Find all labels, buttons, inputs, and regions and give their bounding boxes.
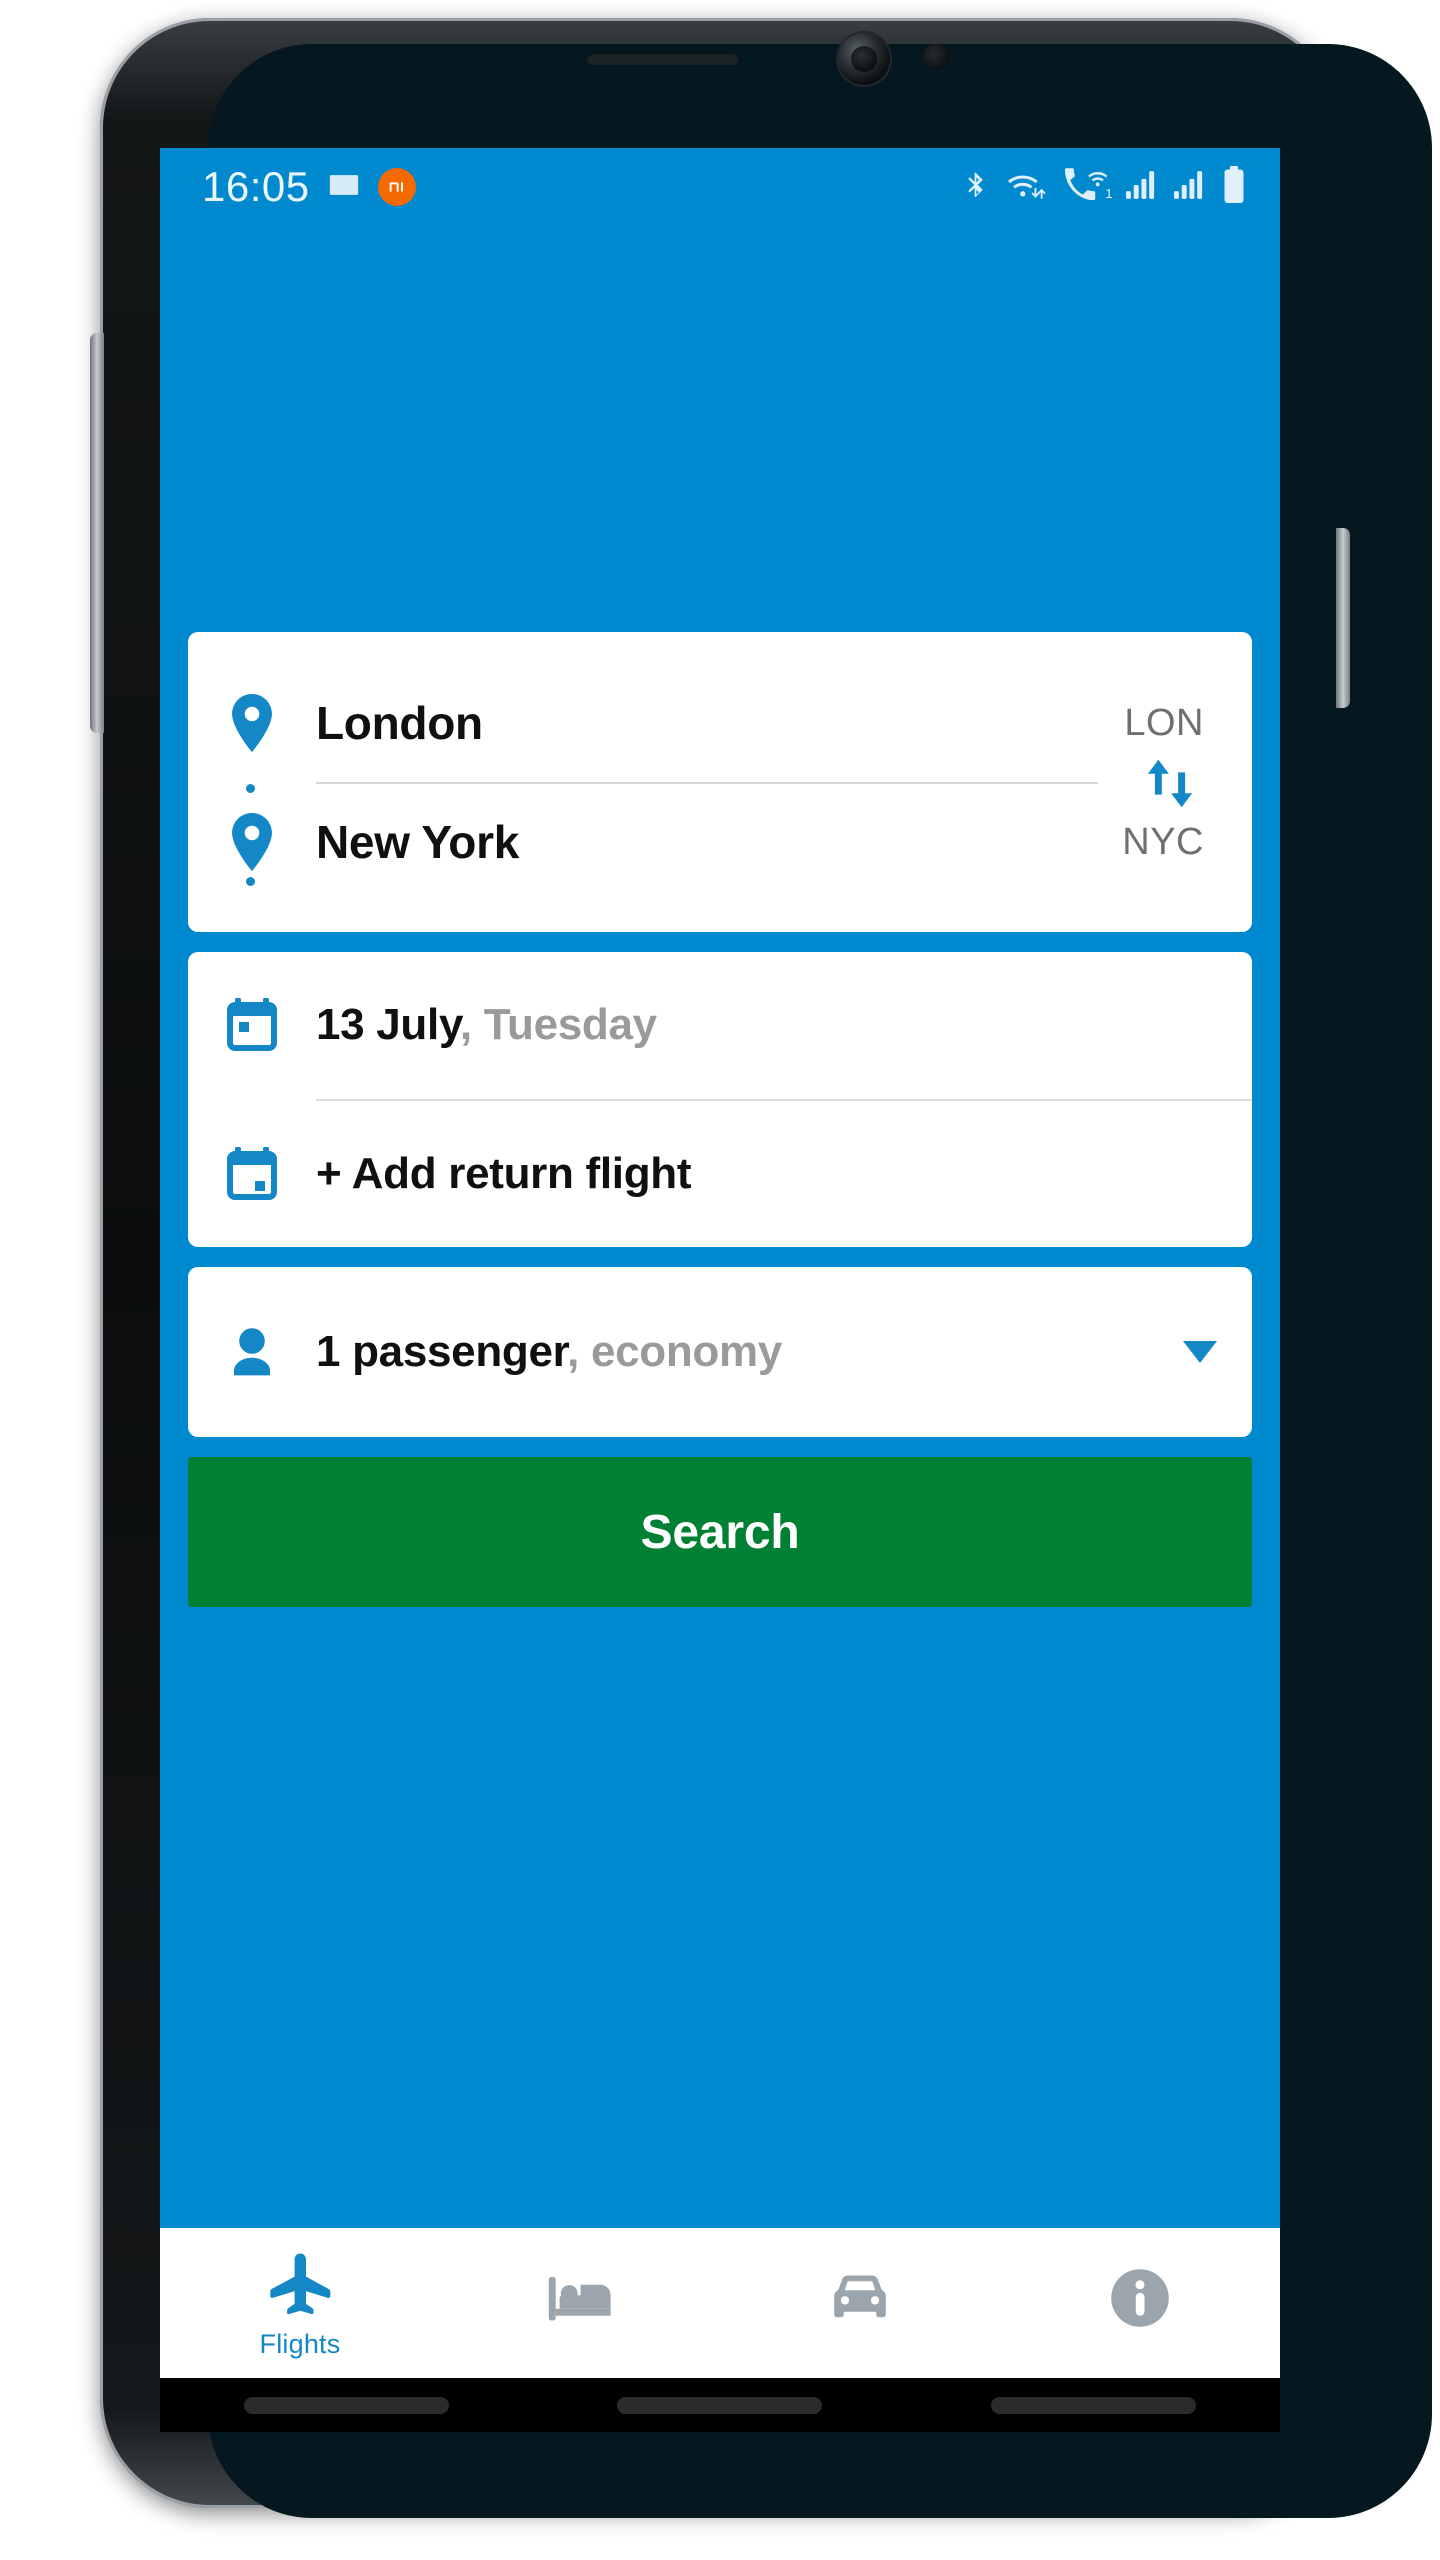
destination-code: NYC [1122,820,1204,863]
nav-item-flights[interactable]: Flights [160,2228,440,2378]
android-softkey-bar [160,2378,1280,2432]
status-bar-left: 16:05 [202,166,416,208]
return-date-field[interactable]: + Add return flight [188,1101,1252,1247]
status-bar-right: 1 [962,165,1246,209]
calendar-depart-icon [188,998,316,1052]
status-bar: 16:05 1 [160,148,1280,226]
nav-item-cars[interactable] [720,2228,1000,2378]
svg-text:1: 1 [1105,186,1112,201]
wifi-calling-icon: 1 [1062,166,1113,209]
earpiece-speaker [587,52,739,65]
front-camera [838,33,890,85]
destination-city: New York [316,816,519,868]
passenger-class-field[interactable]: 1 passenger, economy [188,1267,1252,1437]
route-divider [316,782,1098,784]
nav-item-hotels[interactable] [440,2228,720,2378]
search-button[interactable]: Search [188,1457,1252,1607]
info-circle-icon [1104,2262,1176,2339]
gallery-icon [327,168,361,207]
departure-separator: , [459,1000,472,1049]
recents-key[interactable] [244,2396,450,2414]
mi-app-badge [377,168,416,206]
departure-date-text: 13 July, Tuesday [316,1000,657,1050]
map-pin-icon [188,813,316,871]
proximity-sensor [923,44,949,70]
signal-sim1-icon [1126,169,1160,206]
passenger-separator: , [567,1327,580,1376]
departure-weekday: Tuesday [471,1000,657,1049]
add-return-flight-label: + Add return flight [316,1149,692,1198]
nav-item-info[interactable] [1000,2228,1280,2378]
dates-card: 13 July, Tuesday + Add return flight [188,952,1252,1247]
passenger-class-text: 1 passenger, economy [316,1327,1148,1377]
back-key[interactable] [990,2396,1196,2414]
nav-label-flights: Flights [259,2329,341,2359]
map-pin-icon [188,694,316,752]
status-time: 16:05 [202,163,310,210]
airplane-icon [264,2246,336,2323]
origin-field[interactable]: London LON [188,670,1252,776]
assistant-button[interactable] [90,578,104,733]
destination-field[interactable]: New York NYC [188,789,1252,895]
home-key[interactable] [617,2396,823,2414]
phone-screen: 16:05 1 London LON New York NYC 13 July,… [160,148,1280,2378]
departure-date-field[interactable]: 13 July, Tuesday [188,952,1252,1098]
bottom-navigation: Flights [160,2228,1280,2378]
cabin-class: economy [579,1327,783,1376]
departure-day-month: 13 July [316,1000,460,1049]
battery-icon [1222,165,1246,209]
origin-code: LON [1124,701,1204,744]
flight-search-form: London LON New York NYC 13 July, Tuesday… [160,226,1280,2378]
car-rental-icon [824,2262,896,2339]
calendar-return-icon [188,1147,316,1201]
origin-city: London [316,697,483,749]
bluetooth-icon [962,167,992,208]
route-card: London LON New York NYC [188,632,1252,932]
passenger-count: 1 passenger [316,1327,568,1376]
power-button[interactable] [1336,528,1350,708]
chevron-down-icon[interactable] [1148,1341,1252,1363]
signal-sim2-icon [1174,169,1208,206]
person-icon [188,1325,316,1379]
wifi-icon [1006,167,1048,208]
hotel-bed-icon [544,2262,616,2339]
